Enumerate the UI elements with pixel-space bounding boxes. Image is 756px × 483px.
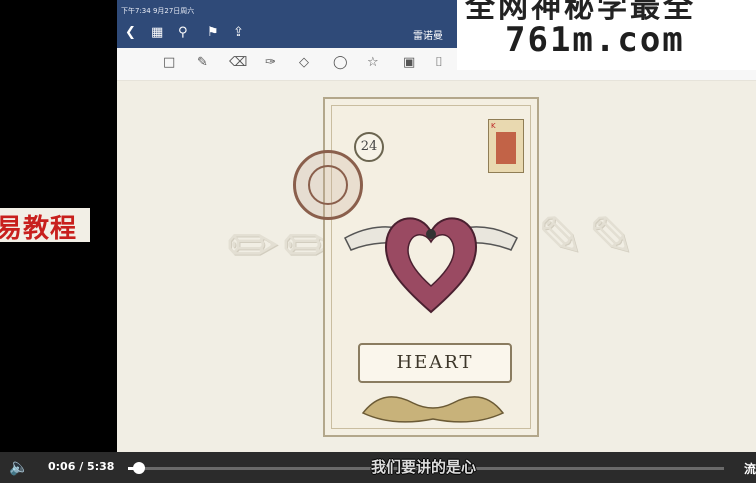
playback-time: 0:06 / 5:38 — [48, 460, 115, 473]
handwriting-right: ✎✎ — [537, 205, 639, 270]
side-banner: 易教程 — [0, 208, 90, 244]
pen-icon[interactable]: ✎ — [197, 55, 208, 70]
site-watermark: 全网神秘学最全 761m.com — [457, 0, 756, 70]
ornament-scroll — [361, 396, 505, 423]
side-banner-text: 易教程 — [0, 214, 78, 244]
document-title[interactable]: 雷诺曼 — [413, 27, 443, 42]
quality-label[interactable]: 流 — [744, 460, 756, 477]
progress-knob[interactable] — [132, 462, 145, 474]
page-icon[interactable]: □ — [163, 55, 175, 70]
winged-heart-icon — [344, 217, 518, 314]
watermark-url: 761m.com — [505, 20, 685, 60]
video-subtitle: 我们要讲的是心 — [371, 458, 477, 476]
grid-icon[interactable]: ▦ — [151, 24, 163, 42]
status-bar-time: 下午7:34 9月27日周六 — [121, 7, 195, 15]
share-icon[interactable]: ⇪ — [233, 24, 244, 42]
chevron-left-icon[interactable]: ❮ — [125, 24, 136, 42]
eraser-icon[interactable]: ⌫ — [229, 55, 247, 70]
note-canvas[interactable]: ✏✏ ✎✎ 24 K HEART — [117, 81, 756, 452]
text-icon[interactable]: ⌷ — [435, 55, 443, 70]
image-icon[interactable]: ▣ — [403, 55, 415, 70]
card-number: 24 — [354, 132, 384, 162]
volume-icon[interactable]: 🔈 — [9, 458, 29, 476]
playing-card-rank: K — [491, 122, 496, 130]
lenormand-card: 24 K HEART — [293, 97, 539, 437]
bookmark-icon[interactable]: ⚑ — [207, 24, 219, 42]
nav-icons: ❮ ▦ ⚲ ⚑ ⇪ — [117, 24, 317, 44]
playing-card-king: K — [488, 119, 524, 173]
lasso-icon[interactable]: ◯ — [333, 55, 348, 70]
search-icon[interactable]: ⚲ — [178, 24, 188, 42]
shapes-icon[interactable]: ◇ — [299, 55, 309, 70]
sticker-icon[interactable]: ☆ — [367, 55, 379, 70]
highlighter-icon[interactable]: ✑ — [265, 55, 276, 70]
card-title-banner: HEART — [358, 343, 512, 383]
